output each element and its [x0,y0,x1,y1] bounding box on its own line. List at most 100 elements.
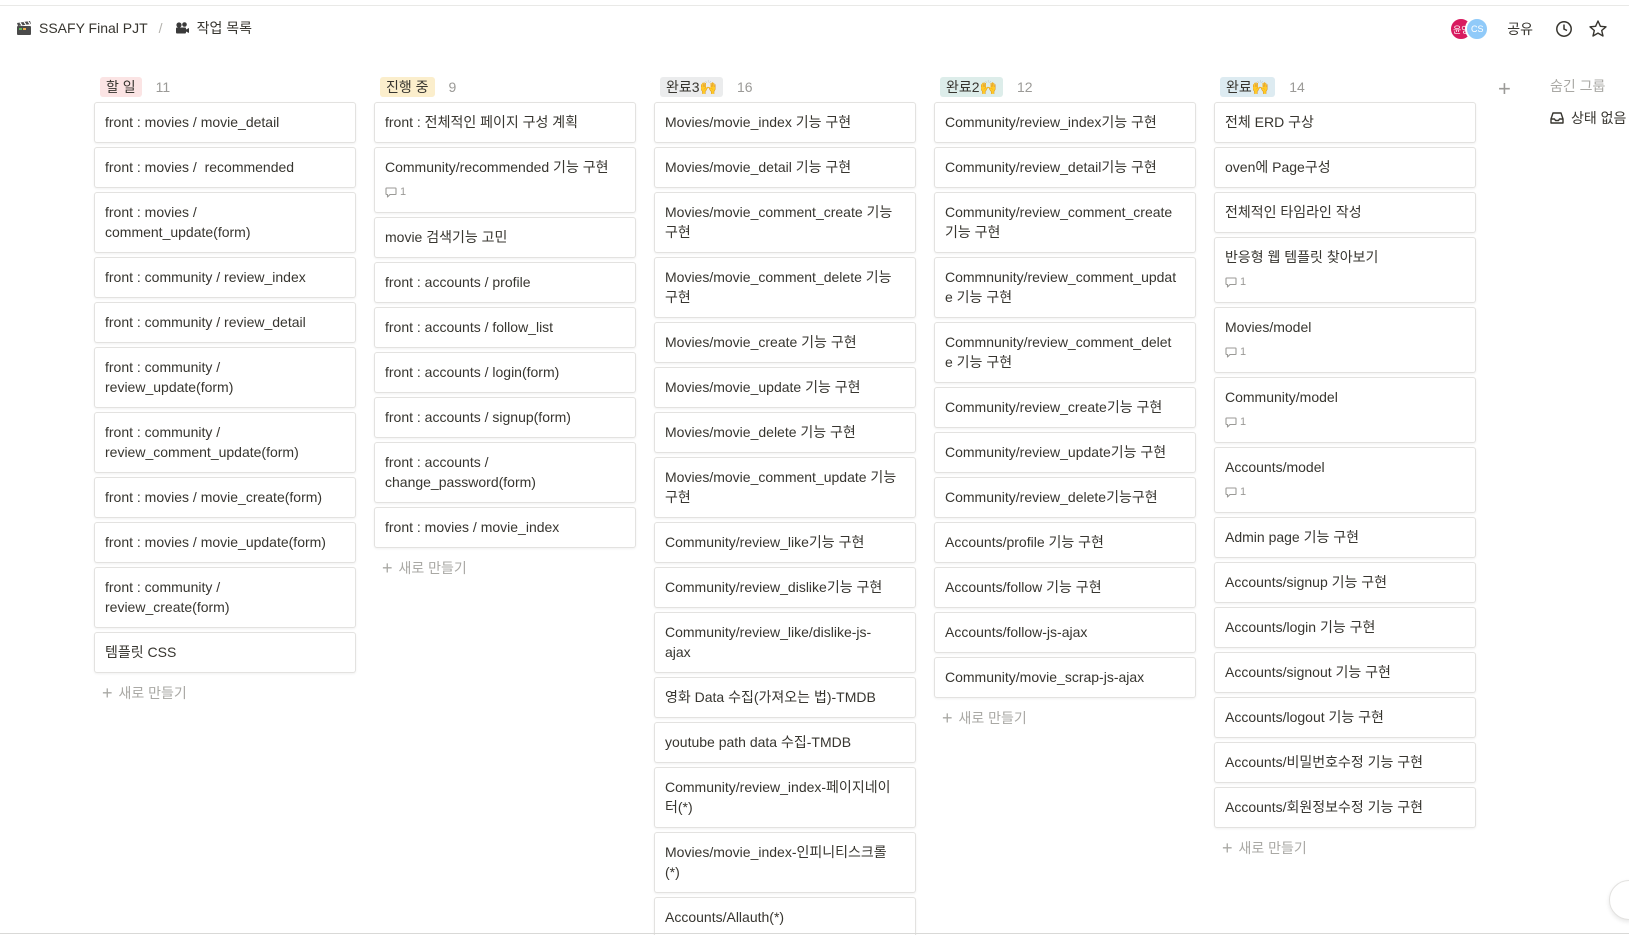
board-card[interactable]: Community/recommended 기능 구현 1 [374,147,636,213]
board-card[interactable]: Movies/model 1 [1214,307,1476,373]
board-card[interactable]: Accounts/follow-js-ajax [934,612,1196,653]
board-card[interactable]: oven에 Page구성 [1214,147,1476,188]
board-card[interactable]: 전체 ERD 구상 [1214,102,1476,143]
card-title: Movies/movie_index 기능 구현 [665,114,852,130]
breadcrumb-page-label: 작업 목록 [196,20,252,36]
board-card[interactable]: front : accounts / login(form) [374,352,636,393]
board-card[interactable]: Community/review_dislike기능 구현 [654,567,916,608]
comment-count: 1 [385,182,625,202]
board-card[interactable]: Commnunity/review_comment_delet e 기능 구현 [934,322,1196,383]
board-card[interactable]: Community/review_delete기능구현 [934,477,1196,518]
board-card[interactable]: Accounts/model 1 [1214,447,1476,513]
card-title: front : accounts / login(form) [385,364,560,380]
card-title: front : accounts / change_password(form) [385,454,536,490]
board-card[interactable]: youtube path data 수집-TMDB [654,722,916,763]
card-title: Community/review_detail기능 구현 [945,159,1157,175]
column-header[interactable]: 완료2🙌 12 [934,72,1196,102]
column-header[interactable]: 완료🙌 14 [1214,72,1476,102]
column-label: 할 일 [100,77,142,97]
board-card[interactable]: Accounts/profile 기능 구현 [934,522,1196,563]
board-card[interactable]: Community/review_like기능 구현 [654,522,916,563]
board-card[interactable]: front : accounts / follow_list [374,307,636,348]
board-card[interactable]: front : community / review_index [94,257,356,298]
new-card-button[interactable]: + 새로 만들기 [94,677,356,709]
board-card[interactable]: Movies/movie_comment_update 기능 구현 [654,457,916,518]
board-card[interactable]: Movies/movie_comment_create 기능 구현 [654,192,916,253]
plus-icon: + [1222,837,1233,858]
card-title: movie 검색기능 고민 [385,229,508,245]
board-card[interactable]: Admin page 기능 구현 [1214,517,1476,558]
breadcrumb-page[interactable]: 작업 목록 [172,16,254,40]
card-title: front : movies / movie_update(form) [105,534,326,550]
board-card[interactable]: Accounts/follow 기능 구현 [934,567,1196,608]
board-card[interactable]: front : community / review_comment_updat… [94,412,356,473]
board-card[interactable]: Movies/movie_update 기능 구현 [654,367,916,408]
card-title: Accounts/signup 기능 구현 [1225,574,1388,590]
bottom-divider [0,933,1629,934]
card-title: Movies/movie_index-인피니티스크롤 (*) [665,844,887,880]
card-title: front : community / review_update(form) [105,359,234,395]
board-card[interactable]: Accounts/login 기능 구현 [1214,607,1476,648]
board-card[interactable]: 전체적인 타임라인 작성 [1214,192,1476,233]
help-button[interactable] [1609,880,1629,920]
card-title: Community/review_update기능 구현 [945,444,1167,460]
board-card[interactable]: Movies/movie_create 기능 구현 [654,322,916,363]
card-title: front : movies / movie_index [385,519,560,535]
new-card-button[interactable]: + 새로 만들기 [374,552,636,584]
board-card[interactable]: front : movies / recommended [94,147,356,188]
board-card[interactable]: front : movies / movie_update(form) [94,522,356,563]
board-card[interactable]: front : movies / movie_index [374,507,636,548]
card-list: front : movies / movie_detail front : mov… [94,102,356,673]
board-card[interactable]: Community/review_create기능 구현 [934,387,1196,428]
board-card[interactable]: front : community / review_detail [94,302,356,343]
board-card[interactable]: Accounts/회원정보수정 기능 구현 [1214,787,1476,828]
board-card[interactable]: front : accounts / signup(form) [374,397,636,438]
column-header[interactable]: 할 일 11 [94,72,356,102]
board-card[interactable]: Community/review_comment_create 기능 구현 [934,192,1196,253]
board-card[interactable]: movie 검색기능 고민 [374,217,636,258]
share-button[interactable]: 공유 [1507,19,1533,39]
board-card[interactable]: Community/review_update기능 구현 [934,432,1196,473]
clock-icon[interactable] [1553,18,1575,40]
board-card[interactable]: Movies/movie_comment_delete 기능 구현 [654,257,916,318]
board-card[interactable]: Accounts/Allauth(*) [654,897,916,935]
board-card[interactable]: Commnunity/review_comment_updat e 기능 구현 [934,257,1196,318]
collaborator-avatars[interactable]: 윤영 CS [1449,17,1490,41]
star-icon[interactable] [1587,18,1609,40]
new-card-button[interactable]: + 새로 만들기 [1214,832,1476,864]
board-card[interactable]: Accounts/signup 기능 구현 [1214,562,1476,603]
card-title: front : accounts / profile [385,274,531,290]
board-card[interactable]: 템플릿 CSS [94,632,356,673]
board-card[interactable]: Community/review_index기능 구현 [934,102,1196,143]
column-header[interactable]: 완료3🙌 16 [654,72,916,102]
board-card[interactable]: front : movies / comment_update(form) [94,192,356,253]
board-card[interactable]: Community/model 1 [1214,377,1476,443]
board-card[interactable]: Community/review_detail기능 구현 [934,147,1196,188]
board-card[interactable]: front : movies / movie_create(form) [94,477,356,518]
board-card[interactable]: Movies/movie_index 기능 구현 [654,102,916,143]
column-header[interactable]: 진행 중 9 [374,72,636,102]
board-card[interactable]: Movies/movie_index-인피니티스크롤 (*) [654,832,916,893]
board-card[interactable]: Accounts/비밀번호수정 기능 구현 [1214,742,1476,783]
add-group-button[interactable]: + [1498,76,1511,102]
board-card[interactable]: Movies/movie_delete 기능 구현 [654,412,916,453]
board-card[interactable]: Movies/movie_detail 기능 구현 [654,147,916,188]
board-card[interactable]: front : community / review_update(form) [94,347,356,408]
board-card[interactable]: front : accounts / change_password(form) [374,442,636,503]
new-card-button[interactable]: + 새로 만들기 [934,702,1196,734]
plus-icon: + [382,557,393,578]
avatar: CS [1465,17,1490,41]
board-card[interactable]: Community/movie_scrap-js-ajax [934,657,1196,698]
board-card[interactable]: 영화 Data 수집(가져오는 법)-TMDB [654,677,916,718]
board-card[interactable]: front : 전체적인 페이지 구성 계획 [374,102,636,143]
board-card[interactable]: front : community / review_create(form) [94,567,356,628]
breadcrumb-workspace[interactable]: SSAFY Final PJT [14,16,150,40]
board-card[interactable]: Accounts/logout 기능 구현 [1214,697,1476,738]
hidden-group-no-status[interactable]: 상태 없음 [1550,108,1629,128]
board-card[interactable]: Accounts/signout 기능 구현 [1214,652,1476,693]
board-card[interactable]: 반응형 웹 템플릿 찾아보기 1 [1214,237,1476,303]
board-card[interactable]: Community/review_like/dislike-js- ajax [654,612,916,673]
board-card[interactable]: front : accounts / profile [374,262,636,303]
board-card[interactable]: front : movies / movie_detail [94,102,356,143]
board-card[interactable]: Community/review_index-페이지네이 터(*) [654,767,916,828]
